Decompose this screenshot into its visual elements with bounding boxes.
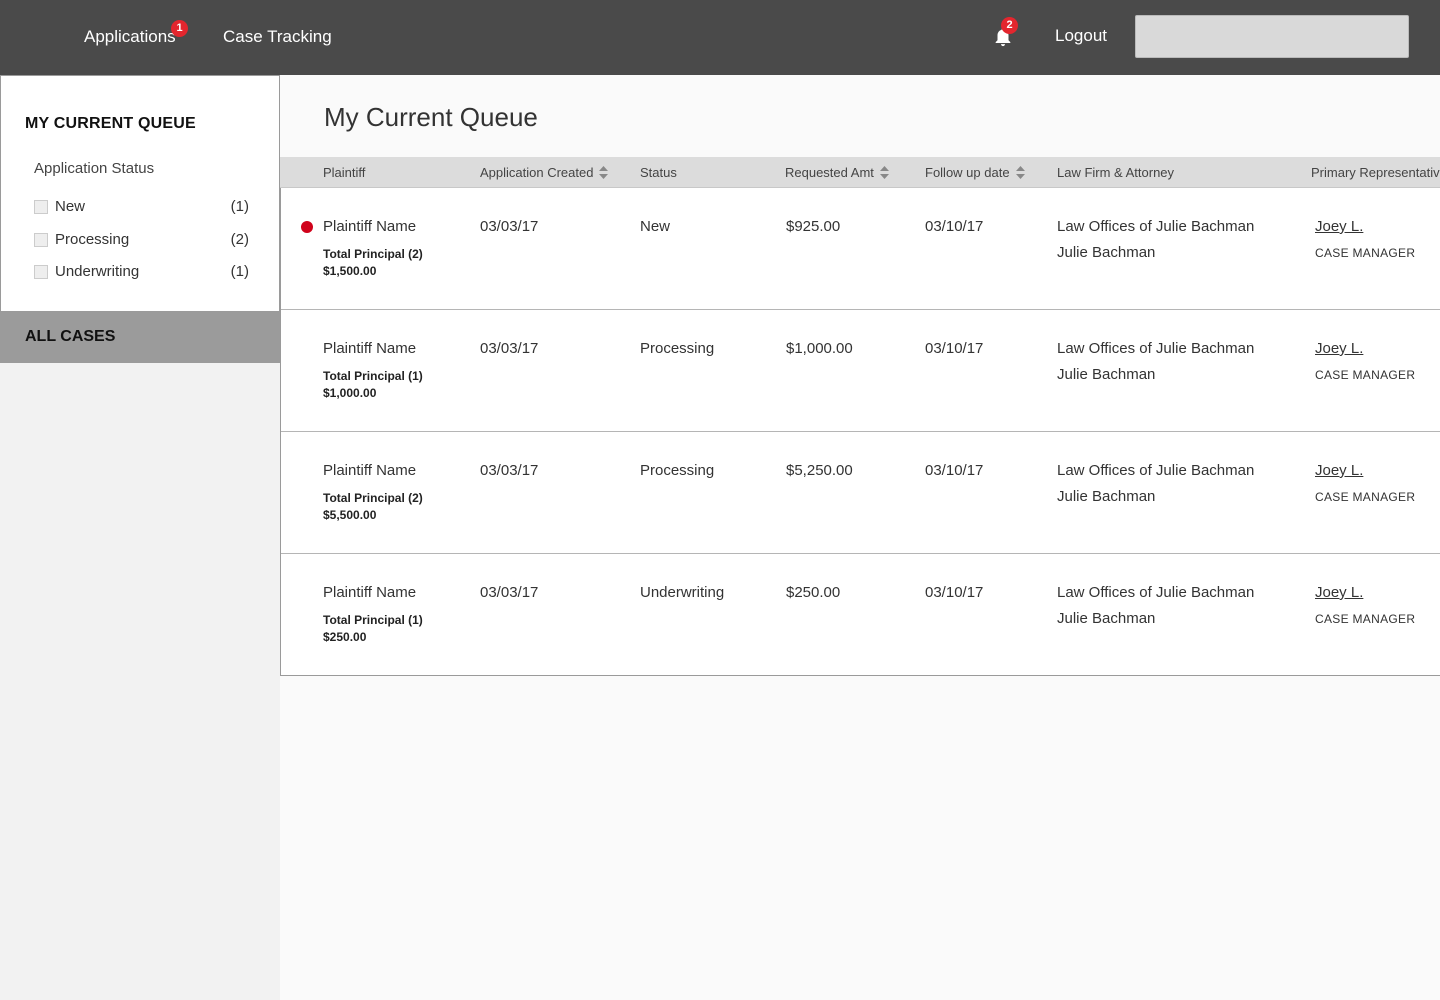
table-row[interactable]: Plaintiff Name Total Principal (2) $5,50…	[281, 432, 1440, 554]
column-header-primary-rep: Primary Representative	[1311, 165, 1440, 180]
column-header-requested-amt[interactable]: Requested Amt	[785, 165, 889, 180]
filter-checkbox[interactable]	[34, 200, 48, 214]
plaintiff-name: Plaintiff Name	[323, 462, 417, 479]
flag-dot-icon	[301, 221, 313, 233]
total-principal: Total Principal (1)	[323, 613, 423, 627]
law-firm: Law Offices of Julie Bachman	[1057, 462, 1255, 479]
status: Processing	[640, 462, 715, 479]
attorney: Julie Bachman	[1057, 244, 1156, 261]
applications-count-badge: 1	[171, 20, 188, 37]
plaintiff-name: Plaintiff Name	[323, 218, 417, 235]
queue-title: MY CURRENT QUEUE	[25, 115, 196, 132]
main-content: My Current Queue Plaintiff Application C…	[280, 75, 1440, 1000]
total-principal: Total Principal (2)	[323, 247, 423, 261]
total-principal-amount: $1,000.00	[323, 386, 377, 400]
column-header-label: Follow up date	[925, 165, 1010, 180]
filter-label: Underwriting	[55, 263, 140, 280]
filter-count: (1)	[230, 263, 249, 280]
filter-processing[interactable]: Processing (2)	[34, 230, 249, 250]
filter-label: New	[55, 198, 86, 215]
table-row[interactable]: Plaintiff Name Total Principal (1) $1,00…	[281, 310, 1440, 432]
filter-count: (1)	[230, 198, 249, 215]
queue-filter-panel: MY CURRENT QUEUE Application Status New …	[0, 75, 280, 312]
primary-rep-link[interactable]: Joey L.	[1315, 340, 1363, 357]
logout-link[interactable]: Logout	[1055, 26, 1107, 46]
primary-rep-link[interactable]: Joey L.	[1315, 584, 1363, 601]
column-header-follow-up-date[interactable]: Follow up date	[925, 165, 1025, 180]
notifications-count-badge: 2	[1001, 17, 1018, 34]
sort-icon[interactable]	[599, 166, 609, 179]
top-nav-bar: Applications 1 Case Tracking 2 Logout	[0, 0, 1440, 75]
all-cases-label: ALL CASES	[25, 328, 116, 345]
total-principal: Total Principal (2)	[323, 491, 423, 505]
requested-amount: $250.00	[786, 584, 841, 601]
filter-new[interactable]: New (1)	[34, 197, 249, 217]
filter-label: Processing	[55, 231, 130, 248]
rep-role: CASE MANAGER	[1315, 612, 1416, 626]
filter-checkbox[interactable]	[34, 233, 48, 247]
application-status-label: Application Status	[34, 160, 155, 177]
primary-rep-link[interactable]: Joey L.	[1315, 462, 1363, 479]
status: New	[640, 218, 671, 235]
requested-amount: $1,000.00	[786, 340, 853, 357]
requested-amount: $925.00	[786, 218, 841, 235]
plaintiff-name: Plaintiff Name	[323, 584, 417, 601]
column-header-status: Status	[640, 165, 677, 180]
page-title: My Current Queue	[324, 102, 538, 132]
queue-table: Plaintiff Name Total Principal (2) $1,50…	[280, 188, 1440, 676]
follow-up-date: 03/10/17	[925, 462, 984, 479]
column-header-label: Application Created	[480, 165, 594, 180]
column-header-label: Requested Amt	[785, 165, 874, 180]
application-created: 03/03/17	[480, 584, 539, 601]
sort-icon[interactable]	[879, 166, 889, 179]
status: Processing	[640, 340, 715, 357]
rep-role: CASE MANAGER	[1315, 490, 1416, 504]
table-header: Plaintiff Application Created Status Req…	[280, 157, 1440, 188]
column-header-plaintiff: Plaintiff	[323, 165, 366, 180]
total-principal-amount: $250.00	[323, 630, 367, 644]
application-created: 03/03/17	[480, 340, 539, 357]
attorney: Julie Bachman	[1057, 366, 1156, 383]
total-principal-amount: $5,500.00	[323, 508, 377, 522]
all-cases-button[interactable]: ALL CASES	[0, 312, 280, 363]
top-search-box[interactable]	[1135, 15, 1409, 58]
table-row[interactable]: Plaintiff Name Total Principal (1) $250.…	[281, 554, 1440, 676]
attorney: Julie Bachman	[1057, 610, 1156, 627]
column-header-law-firm: Law Firm & Attorney	[1057, 165, 1175, 180]
law-firm: Law Offices of Julie Bachman	[1057, 340, 1255, 357]
nav-applications[interactable]: Applications	[84, 27, 176, 47]
follow-up-date: 03/10/17	[925, 218, 984, 235]
law-firm: Law Offices of Julie Bachman	[1057, 584, 1255, 601]
requested-amount: $5,250.00	[786, 462, 853, 479]
total-principal: Total Principal (1)	[323, 369, 423, 383]
filter-underwriting[interactable]: Underwriting (1)	[34, 262, 249, 282]
status: Underwriting	[640, 584, 725, 601]
rep-role: CASE MANAGER	[1315, 246, 1416, 260]
follow-up-date: 03/10/17	[925, 340, 984, 357]
filter-checkbox[interactable]	[34, 265, 48, 279]
sidebar: MY CURRENT QUEUE Application Status New …	[0, 75, 280, 1000]
primary-rep-link[interactable]: Joey L.	[1315, 218, 1363, 235]
total-principal-amount: $1,500.00	[323, 264, 377, 278]
sort-icon[interactable]	[1015, 166, 1025, 179]
rep-role: CASE MANAGER	[1315, 368, 1416, 382]
application-created: 03/03/17	[480, 218, 539, 235]
follow-up-date: 03/10/17	[925, 584, 984, 601]
filter-count: (2)	[230, 231, 249, 248]
table-row[interactable]: Plaintiff Name Total Principal (2) $1,50…	[281, 188, 1440, 310]
law-firm: Law Offices of Julie Bachman	[1057, 218, 1255, 235]
application-created: 03/03/17	[480, 462, 539, 479]
attorney: Julie Bachman	[1057, 488, 1156, 505]
plaintiff-name: Plaintiff Name	[323, 340, 417, 357]
nav-case-tracking[interactable]: Case Tracking	[223, 27, 332, 47]
column-header-application-created[interactable]: Application Created	[480, 165, 609, 180]
